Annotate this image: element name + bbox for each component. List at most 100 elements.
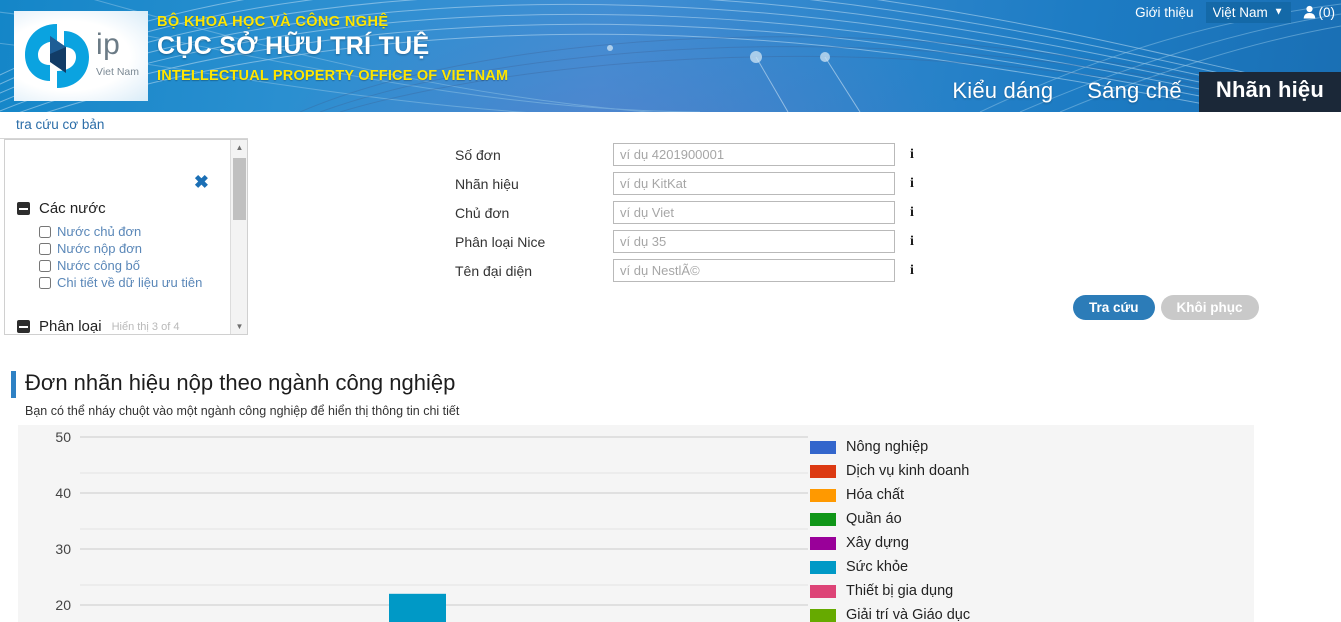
phan-loai-nice-input[interactable] (613, 230, 895, 253)
legend-label: Giải trí và Giáo dục (846, 607, 970, 622)
chu-don-input[interactable] (613, 201, 895, 224)
legend-label: Thiết bị gia dụng (846, 583, 953, 599)
chart-section-title: Đơn nhãn hiệu nộp theo ngành công nghiệp (25, 370, 455, 396)
facet-group-phan-loai: Phân loại Hiển thị 3 of 4 (17, 318, 179, 335)
form-row-chu-don: Chủ đơn i (455, 198, 914, 227)
language-selector[interactable]: Việt Nam ▼ (1206, 2, 1291, 23)
legend-swatch (810, 465, 836, 478)
svg-text:40: 40 (55, 485, 71, 501)
legend-swatch (810, 537, 836, 550)
info-icon[interactable]: i (910, 176, 914, 192)
legend-swatch (810, 441, 836, 454)
form-row-nhan-hieu: Nhãn hiệu i (455, 169, 914, 198)
legend-swatch (810, 561, 836, 574)
intro-link[interactable]: Giới thiệu (1135, 5, 1193, 20)
legend-item-xay-dung[interactable]: Xây dựng (810, 531, 970, 555)
facet-scrollbar[interactable]: ▲ ▼ (230, 140, 247, 334)
legend-item-hoa-chat[interactable]: Hóa chất (810, 483, 970, 507)
nhan-hieu-input[interactable] (613, 172, 895, 195)
ip-vietnam-logo-icon (22, 21, 92, 91)
facet-group-title: Phân loại (39, 318, 102, 335)
facet-item-nuoc-nop-don[interactable]: Nước nộp đơn (39, 241, 202, 256)
facet-item-label: Nước chủ đơn (57, 224, 141, 239)
facet-group-header[interactable]: Các nước (17, 200, 202, 217)
facet-item-list: Nước chủ đơn Nước nộp đơn Nước công bố C… (17, 224, 202, 290)
form-actions: Tra cứu Khôi phục (1073, 295, 1259, 320)
user-account-chip[interactable]: (0) (1303, 5, 1336, 20)
facet-group-title: Các nước (39, 200, 106, 217)
facet-panel: ✖ Các nước Nước chủ đơn Nước nộp đơn Nướ… (4, 139, 248, 335)
legend-item-thiet-bi-gia-dung[interactable]: Thiết bị gia dụng (810, 579, 970, 603)
nav-tab-nhan-hieu[interactable]: Nhãn hiệu (1199, 72, 1341, 112)
subtab-bar: tra cứu cơ bản (0, 112, 248, 139)
legend-label: Hóa chất (846, 487, 904, 503)
facet-item-chi-tiet-du-lieu-uu-tien[interactable]: Chi tiết về dữ liệu ưu tiên (39, 275, 202, 290)
bar-suc-khoe[interactable] (389, 594, 446, 622)
legend-item-giai-tri-va-giao-duc[interactable]: Giải trí và Giáo dục (810, 603, 970, 622)
chart-canvas: 50 40 30 20 (18, 425, 1254, 622)
scroll-down-icon[interactable]: ▼ (231, 319, 248, 334)
chart-y-axis-labels: 50 40 30 20 (55, 429, 71, 613)
info-icon[interactable]: i (910, 263, 914, 279)
field-label: Số đơn (455, 147, 613, 163)
facet-item-label: Nước công bố (57, 258, 140, 273)
field-label: Tên đại diện (455, 263, 613, 279)
facet-checkbox[interactable] (39, 226, 51, 238)
nav-tab-sang-che[interactable]: Sáng chế (1070, 73, 1199, 112)
legend-swatch (810, 513, 836, 526)
user-icon (1303, 5, 1316, 19)
search-form: Số đơn i Nhãn hiệu i Chủ đơn i Phân loại… (455, 140, 914, 285)
language-select[interactable]: Việt Nam (1206, 2, 1291, 23)
close-icon[interactable]: ✖ (194, 173, 209, 191)
facet-checkbox[interactable] (39, 260, 51, 272)
facet-item-nuoc-chu-don[interactable]: Nước chủ đơn (39, 224, 202, 239)
industry-bar-chart[interactable]: 50 40 30 20 Nông nghiệp Dịch vụ kinh doa… (18, 425, 1254, 622)
page-root: ip Viet Nam BỘ KHOA HỌC VÀ CÔNG NGHỆ CỤC… (0, 0, 1341, 622)
legend-item-dich-vu-kinh-doanh[interactable]: Dịch vụ kinh doanh (810, 459, 970, 483)
svg-text:30: 30 (55, 541, 71, 557)
field-label: Nhãn hiệu (455, 176, 613, 192)
office-name-english: INTELLECTUAL PROPERTY OFFICE OF VIETNAM (157, 68, 508, 84)
ten-dai-dien-input[interactable] (613, 259, 895, 282)
facet-item-nuoc-cong-bo[interactable]: Nước công bố (39, 258, 202, 273)
logo-box[interactable]: ip Viet Nam (14, 11, 148, 101)
facet-group-count: Hiển thị 3 of 4 (112, 321, 180, 333)
legend-label: Quần áo (846, 511, 902, 527)
legend-label: Nông nghiệp (846, 439, 928, 455)
office-name: CỤC SỞ HỮU TRÍ TUỆ (157, 32, 429, 61)
legend-label: Xây dựng (846, 535, 909, 551)
chart-bars[interactable] (389, 594, 446, 622)
chart-legend: Nông nghiệp Dịch vụ kinh doanh Hóa chất … (810, 435, 970, 622)
facet-group-cac-nuoc: Các nước Nước chủ đơn Nước nộp đơn Nước … (17, 200, 202, 292)
subtab-basic-search[interactable]: tra cứu cơ bản (16, 117, 104, 132)
info-icon[interactable]: i (910, 234, 914, 250)
legend-item-suc-khoe[interactable]: Sức khỏe (810, 555, 970, 579)
legend-item-nong-nghiep[interactable]: Nông nghiệp (810, 435, 970, 459)
site-header: ip Viet Nam BỘ KHOA HỌC VÀ CÔNG NGHỆ CỤC… (0, 0, 1341, 112)
form-row-so-don: Số đơn i (455, 140, 914, 169)
utility-bar: Giới thiệu Việt Nam ▼ (0) (1135, 0, 1341, 24)
field-label: Chủ đơn (455, 205, 613, 221)
scroll-up-icon[interactable]: ▲ (231, 140, 248, 155)
facet-group-header[interactable]: Phân loại Hiển thị 3 of 4 (17, 318, 179, 335)
svg-text:50: 50 (55, 429, 71, 445)
scrollbar-thumb[interactable] (233, 158, 246, 220)
so-don-input[interactable] (613, 143, 895, 166)
info-icon[interactable]: i (910, 147, 914, 163)
nav-tab-kieu-dang[interactable]: Kiểu dáng (935, 73, 1070, 112)
facet-checkbox[interactable] (39, 243, 51, 255)
legend-item-quan-ao[interactable]: Quần áo (810, 507, 970, 531)
reset-button[interactable]: Khôi phục (1161, 295, 1259, 320)
info-icon[interactable]: i (910, 205, 914, 221)
chart-section-subtitle: Bạn có thể nháy chuột vào một ngành công… (25, 404, 459, 418)
legend-swatch (810, 609, 836, 622)
search-button[interactable]: Tra cứu (1073, 295, 1155, 320)
logo-subtext: Viet Nam (96, 66, 139, 78)
facet-item-label: Chi tiết về dữ liệu ưu tiên (57, 275, 202, 290)
legend-swatch (810, 489, 836, 502)
facet-checkbox[interactable] (39, 277, 51, 289)
chart-gridlines (80, 437, 808, 605)
collapse-minus-icon[interactable] (17, 202, 30, 215)
user-count: (0) (1319, 5, 1336, 20)
collapse-minus-icon[interactable] (17, 320, 30, 333)
